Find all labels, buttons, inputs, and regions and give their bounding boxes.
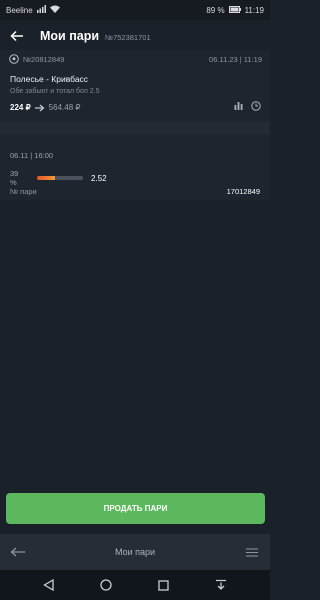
nav-back-button[interactable] — [0, 547, 36, 557]
bet-date: 06.11.23 | 11:19 — [209, 54, 262, 64]
square-recents-icon — [158, 579, 169, 591]
probability-label: 39 % — [10, 169, 19, 187]
battery-percent: 89 % — [206, 5, 225, 15]
payout-amount: 564.48 ₽ — [48, 103, 81, 112]
battery-icon — [228, 5, 241, 15]
bet-card[interactable]: №20812849 06.11.23 | 11:19 Полесье - Кри… — [0, 50, 270, 122]
stake-amount: 224 ₽ — [10, 103, 31, 112]
system-back-button[interactable] — [43, 579, 54, 591]
probability-bar-fill — [37, 176, 55, 180]
header-bet-number: №752381701 — [105, 32, 151, 42]
system-recents-button[interactable] — [158, 579, 169, 591]
app-header: Мои пари №752381701 — [0, 20, 270, 52]
bottom-nav: Мои пари — [0, 534, 270, 570]
signal-icon — [36, 5, 46, 15]
section-divider — [0, 122, 270, 134]
soccer-ball-icon — [9, 54, 19, 64]
bet-details: 06.11 | 16:00 39 % 2.52 № пари 17012849 — [0, 134, 270, 200]
triangle-back-icon — [43, 579, 54, 591]
sell-bet-button[interactable]: ПРОДАТЬ ПАРИ — [6, 493, 265, 524]
system-nav-bar — [0, 570, 270, 600]
wifi-icon — [49, 5, 60, 15]
circle-home-icon — [100, 579, 112, 591]
system-download-button[interactable] — [215, 579, 227, 591]
arrow-right-icon — [34, 104, 45, 111]
clock-icon[interactable] — [251, 101, 261, 111]
carrier-label: Beeline — [6, 5, 33, 15]
menu-button[interactable] — [234, 548, 270, 557]
bet-id-label: № пари — [10, 187, 37, 196]
event-date: 06.11 | 16:00 — [10, 151, 54, 160]
odds-value: 2.52 — [91, 173, 107, 183]
arrow-left-icon — [10, 547, 25, 557]
system-home-button[interactable] — [100, 579, 112, 591]
clock-time: 11:19 — [244, 5, 264, 15]
back-button[interactable] — [0, 20, 34, 52]
nav-title: Мои пари — [114, 547, 156, 557]
status-bar: Beeline 89 % 11:19 — [0, 0, 270, 20]
page-title: Мои пари — [40, 29, 100, 43]
arrow-left-icon — [10, 30, 23, 42]
menu-icon — [246, 548, 258, 556]
bet-id-value: 17012849 — [226, 187, 260, 196]
bet-amounts: 224 ₽ 564.48 ₽ — [10, 103, 80, 112]
probability-bar — [37, 176, 83, 180]
stats-icon[interactable] — [234, 101, 243, 110]
bet-description: Обе забьют и тотал бол 2.5 — [10, 88, 100, 95]
coupon-id: №20812849 — [23, 54, 65, 64]
download-icon — [216, 579, 226, 590]
match-name: Полесье - Кривбасс — [10, 74, 89, 84]
